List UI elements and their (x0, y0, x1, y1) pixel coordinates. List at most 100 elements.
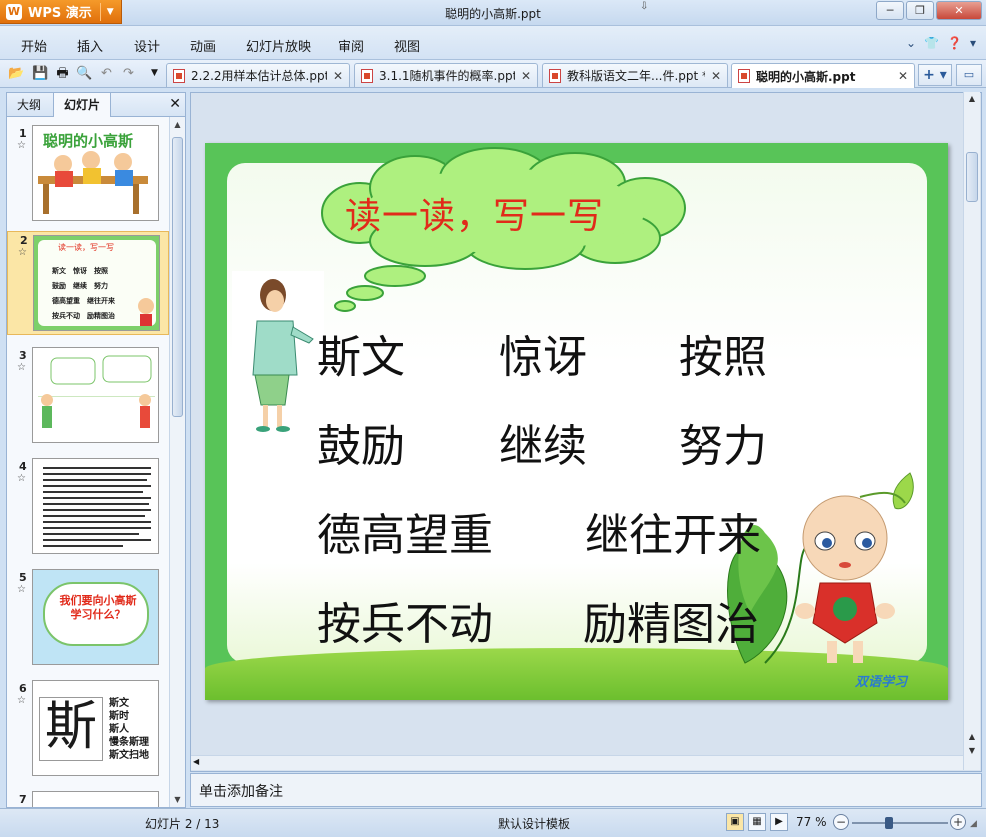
zoom-slider[interactable] (852, 817, 948, 829)
new-tab-button[interactable]: + ▾ (918, 64, 952, 86)
zoom-out-icon[interactable]: − (833, 814, 849, 830)
collapse-ribbon-icon[interactable]: ⌄ (906, 36, 916, 50)
scrollbar-thumb[interactable] (172, 137, 183, 417)
word-item[interactable]: 德高望重 (317, 499, 493, 563)
slide-counter: 幻灯片 2 / 13 (145, 817, 220, 831)
tab-document-3[interactable]: 教科版语文二年...件.ppt * ✕ (542, 63, 728, 87)
scroll-up-icon[interactable]: ▲ (964, 94, 980, 103)
close-button[interactable]: ✕ (936, 1, 982, 20)
slideshow-icon[interactable]: ▶ (770, 813, 788, 831)
slide-thumbnail-4[interactable]: 4 ☆ (7, 458, 169, 558)
help-icon[interactable]: ❓ (947, 36, 962, 50)
ppt-file-icon (173, 68, 185, 83)
tab-close-icon[interactable]: ✕ (333, 69, 343, 83)
panel-close-icon[interactable]: ✕ (169, 96, 181, 112)
help-dropdown-icon[interactable]: ▾ (970, 36, 976, 50)
slide-number: 1 (19, 127, 27, 140)
slide-title[interactable]: 读一读，写一写 (345, 187, 604, 239)
classroom-illustration (38, 151, 148, 214)
slides-panel-scrollbar[interactable]: ▲ ▼ (169, 117, 185, 807)
transition-star-icon: ☆ (17, 140, 26, 151)
redo-icon[interactable]: ↷ (120, 65, 137, 82)
zoom-slider-knob[interactable] (884, 817, 893, 829)
menu-home[interactable]: 开始 (21, 36, 47, 55)
print-preview-icon[interactable]: 🔍 (76, 65, 93, 82)
menu-design[interactable]: 设计 (134, 36, 160, 55)
word-item[interactable]: 按照 (679, 321, 767, 385)
scroll-down-icon[interactable]: ▼ (964, 746, 980, 755)
slide-number: 5 (19, 571, 27, 584)
tab-list-button[interactable]: ▭ (956, 64, 982, 86)
window-title: 聪明的小高斯.ppt (445, 7, 541, 21)
editor-horizontal-scrollbar[interactable]: ◀ (191, 755, 963, 770)
zoom-in-icon[interactable]: + (950, 814, 966, 830)
minimize-button[interactable]: ─ (876, 1, 904, 20)
menu-view[interactable]: 视图 (394, 36, 420, 55)
transition-star-icon: ☆ (17, 695, 26, 706)
tab-document-2[interactable]: 3.1.1随机事件的概率.ppt ✕ (354, 63, 538, 87)
scroll-up-icon[interactable]: ▲ (170, 117, 185, 132)
undo-icon[interactable]: ↶ (98, 65, 115, 82)
menu-slideshow[interactable]: 幻灯片放映 (246, 36, 311, 55)
word-item[interactable]: 继续 (499, 410, 587, 474)
notes-pane[interactable]: 单击添加备注 (190, 773, 982, 807)
word-item[interactable]: 努力 (679, 410, 767, 474)
print-icon[interactable]: 🖶 (54, 65, 71, 82)
tab-close-icon[interactable]: ✕ (711, 69, 721, 83)
word-item[interactable]: 按兵不动 (317, 588, 493, 652)
tab-close-icon[interactable]: ✕ (521, 69, 531, 83)
current-slide[interactable]: 读一读，写一写 斯文 惊讶 按照 鼓励 继续 努力 德高望重 继往开来 按兵不动… (205, 143, 948, 700)
tab-label: 教科版语文二年...件.ppt * (567, 69, 705, 83)
slide-thumbnail-6[interactable]: 6 ☆ 斯 斯文 斯时 斯人 慢条斯理 斯文扫地 (7, 680, 169, 780)
transition-star-icon: ☆ (17, 473, 26, 484)
resize-grip-icon[interactable]: ◢ (970, 819, 977, 829)
slide-sorter-icon[interactable]: ▦ (748, 813, 766, 831)
tab-document-1[interactable]: 2.2.2用样本估计总体.ppt * ✕ (166, 63, 350, 87)
scroll-left-icon[interactable]: ◀ (193, 757, 199, 766)
normal-view-icon[interactable]: ▣ (726, 813, 744, 831)
customize-toolbar-icon[interactable]: ▼ (146, 65, 163, 82)
slide-thumbnail-2[interactable]: 2 ☆ 读一读，写一写 斯文 惊讶 按照 鼓励 继续 努力 德高望重 继往开来 … (7, 231, 169, 335)
thumb-word: 斯时 (109, 711, 129, 722)
notes-placeholder: 单击添加备注 (199, 784, 283, 800)
word-item[interactable]: 鼓励 (317, 410, 405, 474)
pin-icon[interactable]: ⇩ (640, 1, 648, 12)
editor-vertical-scrollbar[interactable]: ▲ ▲ ▼ (963, 92, 980, 770)
scroll-up-icon[interactable]: ▲ (964, 732, 980, 741)
tab-slides[interactable]: 幻灯片 (53, 93, 112, 117)
teacher-illustration (232, 271, 324, 439)
open-icon[interactable]: 📂 (8, 65, 25, 82)
scrollbar-thumb[interactable] (966, 152, 978, 202)
template-name: 默认设计模板 (498, 817, 571, 831)
tab-outline[interactable]: 大纲 (7, 93, 51, 117)
slide-thumbnail-7[interactable]: 7 (7, 791, 169, 807)
skin-icon[interactable]: 👕 (924, 36, 939, 50)
thumb-title: 我们要向小高斯学习什么？ (59, 594, 137, 621)
slide-thumbnail-5[interactable]: 5 ☆ 我们要向小高斯学习什么？ (7, 569, 169, 669)
tab-close-icon[interactable]: ✕ (898, 69, 908, 83)
document-tab-bar: 📂 💾 🖶 🔍 ↶ ↷ ▼ 2.2.2用样本估计总体.ppt * ✕ 3.1.1… (0, 60, 986, 88)
thumb-word: 慢条斯理 (109, 737, 149, 748)
thumb-word: 斯文扫地 (109, 750, 149, 761)
slide-number: 7 (19, 793, 27, 806)
save-icon[interactable]: 💾 (32, 65, 49, 82)
slide-thumbnail-3[interactable]: 3 ☆ (7, 347, 169, 447)
dialogue-illustration (38, 355, 155, 428)
slide-number: 3 (19, 349, 27, 362)
transition-star-icon: ☆ (17, 362, 26, 373)
restore-button[interactable]: ❐ (906, 1, 934, 20)
tab-document-4[interactable]: 聪明的小高斯.ppt ✕ (731, 63, 915, 88)
scroll-down-icon[interactable]: ▼ (170, 792, 185, 807)
tab-label: 2.2.2用样本估计总体.ppt * (191, 69, 327, 83)
menu-insert[interactable]: 插入 (77, 36, 103, 55)
menu-animation[interactable]: 动画 (190, 36, 216, 55)
menu-review[interactable]: 审阅 (338, 36, 364, 55)
slides-panel: 大纲 幻灯片 ✕ 1 ☆ 聪明的小高斯 2 ☆ 读一读，写一写 斯文 惊讶 按照… (6, 92, 186, 808)
baby-mascot-illustration (138, 298, 154, 326)
word-item[interactable]: 惊讶 (499, 321, 587, 385)
word-item[interactable]: 励精图治 (583, 588, 759, 652)
slide-number: 2 (20, 234, 28, 247)
word-item[interactable]: 斯文 (317, 321, 405, 385)
slide-thumbnail-1[interactable]: 1 ☆ 聪明的小高斯 (7, 125, 169, 225)
word-item[interactable]: 继往开来 (585, 499, 761, 563)
